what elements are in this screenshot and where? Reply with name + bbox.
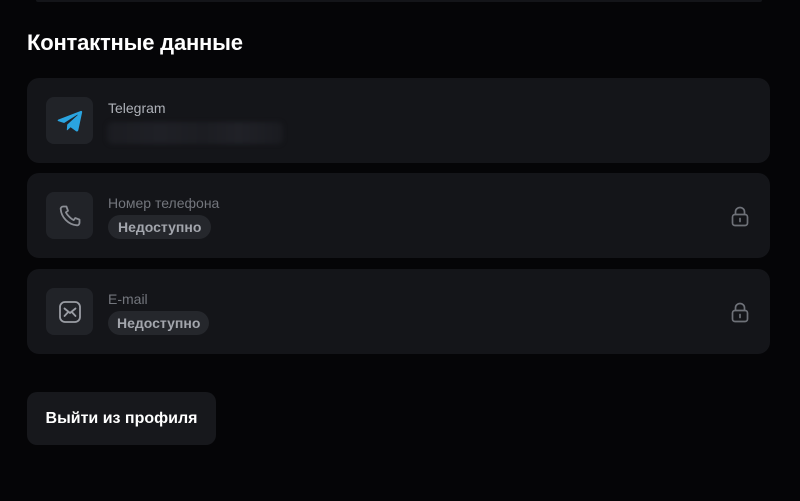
lock-icon: [730, 205, 750, 227]
email-status-badge: Недоступно: [108, 311, 210, 335]
mail-icon: [46, 288, 93, 335]
contact-card-email: E-mail Недоступно: [27, 269, 770, 354]
telegram-value-blurred: [107, 122, 283, 144]
phone-label: Номер телефона: [108, 195, 220, 211]
lock-icon: [730, 301, 750, 323]
telegram-icon: [46, 97, 93, 144]
email-label: E-mail: [108, 291, 148, 307]
previous-card-edge: [36, 0, 762, 2]
logout-button[interactable]: Выйти из профиля: [27, 392, 216, 445]
contact-card-phone: Номер телефона Недоступно: [27, 173, 770, 258]
section-title: Контактные данные: [27, 30, 243, 55]
phone-status-badge: Недоступно: [108, 215, 212, 239]
phone-icon: [46, 192, 93, 239]
telegram-label: Telegram: [108, 100, 166, 116]
contact-card-telegram: Telegram: [27, 78, 770, 163]
